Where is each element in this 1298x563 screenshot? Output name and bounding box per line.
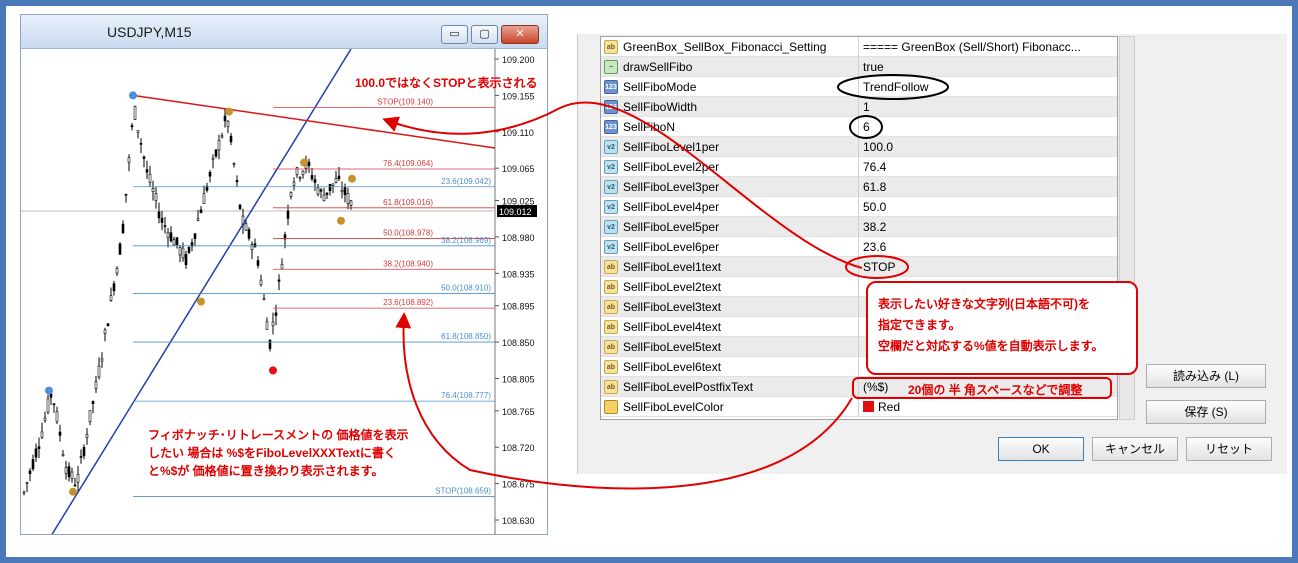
n-highlight: [849, 115, 883, 139]
annotation-overlay: [382, 74, 949, 490]
price-arrow: [395, 312, 853, 490]
stop-arrow: [382, 101, 863, 269]
mode-highlight: [837, 74, 949, 100]
